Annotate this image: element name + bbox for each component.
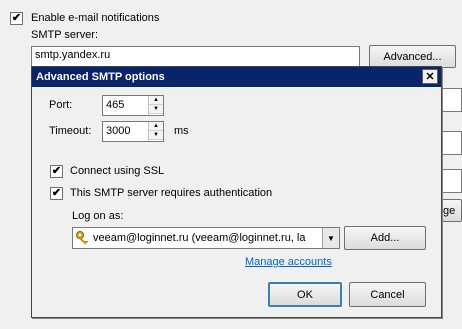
add-account-button[interactable]: Add... xyxy=(344,226,426,250)
smtp-server-label: SMTP server: xyxy=(31,29,99,41)
account-dropdown[interactable]: veeam@loginnet.ru (veeam@loginnet.ru, la… xyxy=(72,227,340,249)
spin-down-icon[interactable]: ▼ xyxy=(149,105,163,114)
port-label-text: Port: xyxy=(49,99,73,111)
background-field-2 xyxy=(442,131,462,155)
enable-notifications-label: Enable e-mail notifications xyxy=(31,12,160,24)
close-icon[interactable]: ✕ xyxy=(422,69,438,84)
advanced-button[interactable]: Advanced... xyxy=(369,45,456,68)
spin-down-icon[interactable]: ▼ xyxy=(149,131,163,140)
ssl-label: Connect using SSL xyxy=(70,165,165,177)
chevron-down-icon[interactable]: ▼ xyxy=(322,228,339,248)
ok-button[interactable]: OK xyxy=(268,282,342,307)
smtp-server-input[interactable]: smtp.yandex.ru xyxy=(31,46,360,67)
key-icon xyxy=(76,231,88,245)
advanced-smtp-dialog: Advanced SMTP options ✕ Port: 465 ▲ ▼ Ti… xyxy=(31,66,442,318)
timeout-label: Timeout: xyxy=(49,125,92,137)
enable-notifications-checkbox[interactable]: ✔ xyxy=(10,12,23,25)
timeout-spinner[interactable]: 3000 ▲ ▼ xyxy=(102,121,164,142)
auth-checkbox[interactable]: ✔ xyxy=(50,187,63,200)
manage-accounts-link[interactable]: Manage accounts xyxy=(245,256,332,268)
background-field-3 xyxy=(442,169,462,193)
logon-label: Log on as: xyxy=(72,210,124,222)
timeout-value: 3000 xyxy=(106,125,131,137)
dialog-title: Advanced SMTP options xyxy=(36,71,165,83)
port-label: Port: xyxy=(49,99,72,111)
timeout-unit: ms xyxy=(174,125,189,137)
account-value: veeam@loginnet.ru (veeam@loginnet.ru, la xyxy=(93,232,306,244)
ssl-checkbox[interactable]: ✔ xyxy=(50,165,63,178)
spin-up-icon[interactable]: ▲ xyxy=(149,122,163,131)
spin-up-icon[interactable]: ▲ xyxy=(149,96,163,105)
background-field-1 xyxy=(442,88,462,112)
port-value: 465 xyxy=(106,99,125,111)
auth-label: This SMTP server requires authentication xyxy=(70,187,273,199)
background-partial-button[interactable]: ge xyxy=(442,199,462,222)
port-spinner[interactable]: 465 ▲ ▼ xyxy=(102,95,164,116)
dialog-titlebar[interactable]: Advanced SMTP options ✕ xyxy=(32,67,441,87)
background-partial-button-label: ge xyxy=(443,204,456,217)
cancel-button[interactable]: Cancel xyxy=(349,282,426,307)
smtp-server-value: smtp.yandex.ru xyxy=(35,49,111,61)
